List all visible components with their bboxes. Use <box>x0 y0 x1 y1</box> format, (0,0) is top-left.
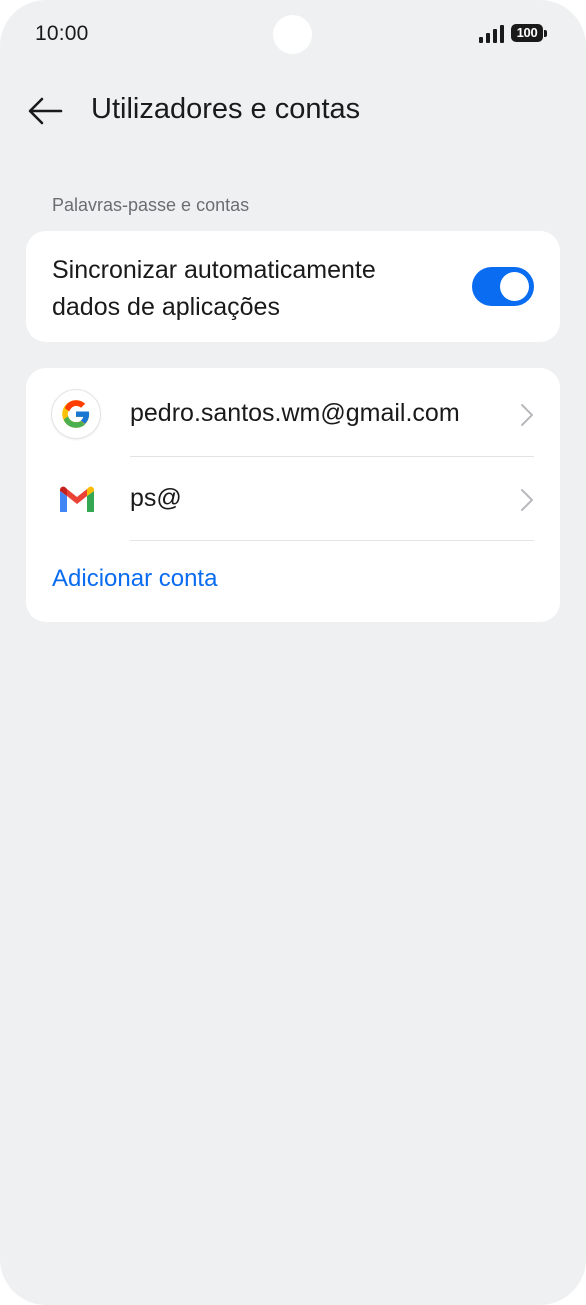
camera-cutout <box>273 15 312 54</box>
signal-icon <box>479 25 504 43</box>
toggle-knob <box>500 272 529 301</box>
page-title: Utilizadores e contas <box>91 93 361 125</box>
accounts-card: pedro.santos.wm@gmail.com ps@ Adicionar … <box>26 368 560 622</box>
sync-card: Sincronizar automaticamente dados de apl… <box>26 231 560 342</box>
account-row-gmail[interactable]: ps@ <box>26 457 560 543</box>
divider <box>130 540 534 541</box>
sync-toggle[interactable] <box>472 267 534 306</box>
chevron-right-icon <box>521 404 533 426</box>
top-app-bar: Utilizadores e contas <box>0 80 586 140</box>
account-email: ps@ <box>130 484 182 512</box>
sync-label: Sincronizar automaticamente dados de apl… <box>52 256 376 321</box>
chevron-right-icon <box>521 489 533 511</box>
battery-tip <box>544 30 547 37</box>
google-icon <box>52 390 102 440</box>
phone-screen: 10:00 100 Utilizadores e contas Palavras… <box>0 0 586 1305</box>
account-email: pedro.santos.wm@gmail.com <box>130 399 460 427</box>
section-label: Palavras-passe e contas <box>52 195 250 215</box>
status-time: 10:00 <box>35 22 89 45</box>
gmail-icon <box>52 475 102 525</box>
add-account-button[interactable]: Adicionar conta <box>52 565 217 593</box>
battery-icon: 100 <box>511 24 543 42</box>
status-bar: 10:00 100 <box>0 0 586 70</box>
battery-level: 100 <box>516 25 538 40</box>
arrow-left-icon[interactable] <box>26 91 66 131</box>
account-row-google[interactable]: pedro.santos.wm@gmail.com <box>26 372 560 458</box>
